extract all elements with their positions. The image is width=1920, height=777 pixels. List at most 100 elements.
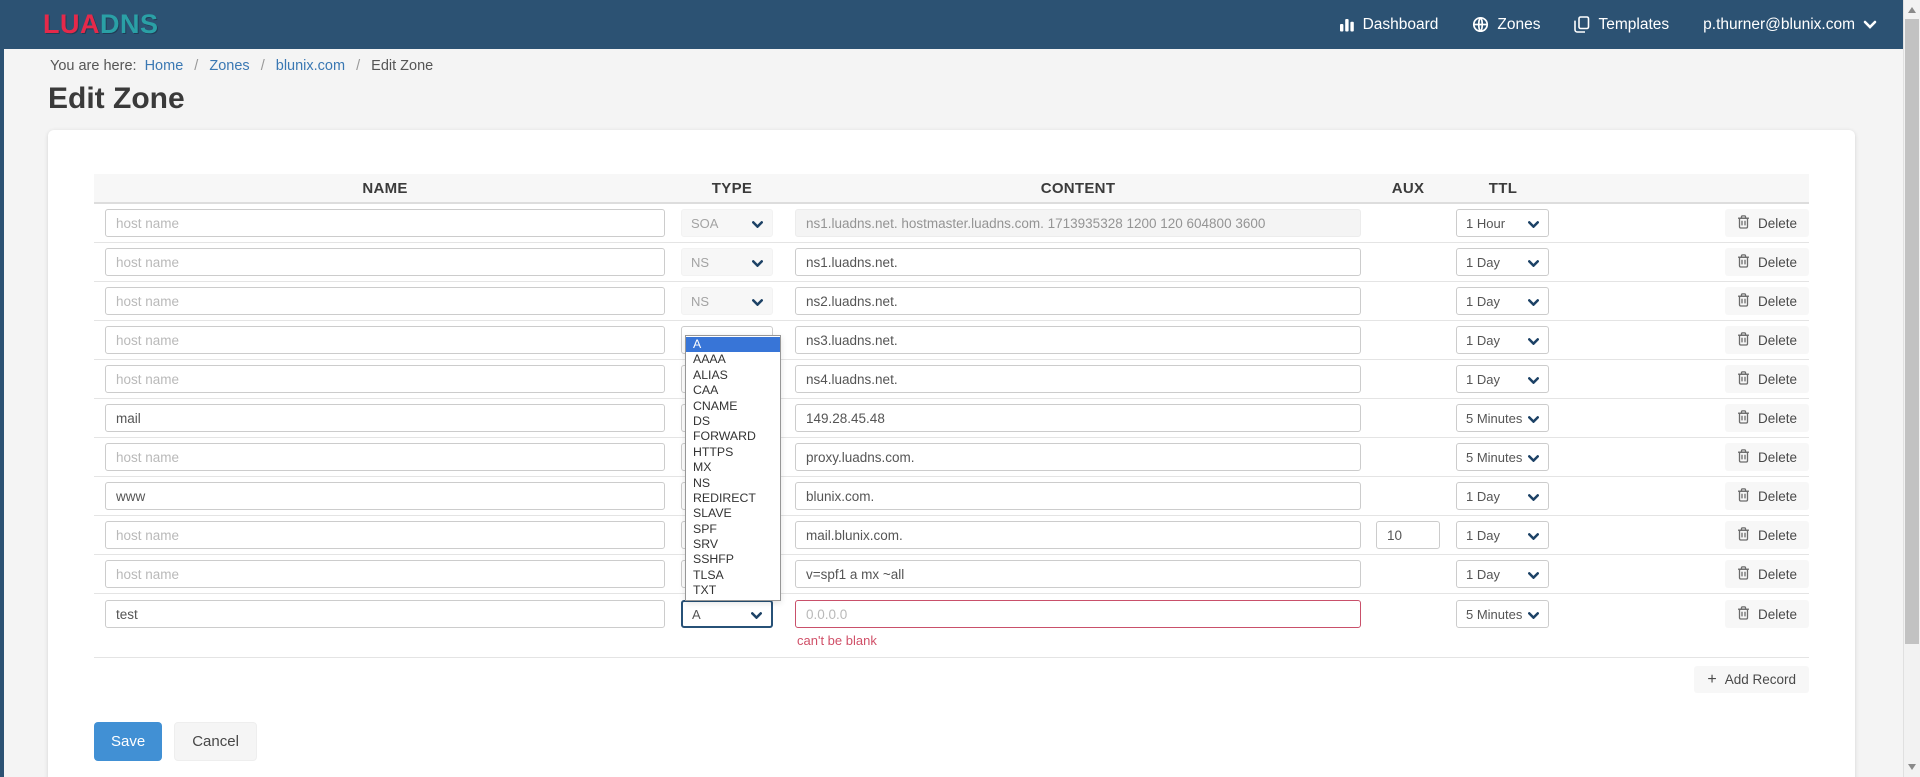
name-input[interactable]: [105, 404, 665, 432]
type-option[interactable]: SRV: [686, 537, 780, 552]
name-input[interactable]: [105, 209, 665, 237]
ttl-select-value: 5 Minutes: [1466, 410, 1523, 426]
add-record-button[interactable]: + Add Record: [1694, 666, 1809, 693]
delete-button[interactable]: Delete: [1724, 326, 1809, 354]
content-input[interactable]: [795, 365, 1361, 393]
type-option[interactable]: CNAME: [686, 399, 780, 414]
delete-button[interactable]: Delete: [1724, 248, 1809, 276]
type-option[interactable]: NS: [686, 476, 780, 491]
name-input[interactable]: [105, 287, 665, 315]
breadcrumb-link-zones[interactable]: Zones: [209, 58, 249, 74]
name-input[interactable]: [105, 248, 665, 276]
type-option[interactable]: SPF: [686, 522, 780, 537]
type-option[interactable]: FORWARD: [686, 429, 780, 444]
name-input[interactable]: [105, 326, 665, 354]
type-select-value: SOA: [691, 215, 719, 231]
content-input[interactable]: [795, 287, 1361, 315]
delete-button-label: Delete: [1757, 566, 1797, 582]
type-option[interactable]: ALIAS: [686, 368, 780, 383]
ttl-select[interactable]: 1 Day: [1456, 248, 1549, 276]
content-input[interactable]: [795, 326, 1361, 354]
user-menu[interactable]: p.thurner@blunix.com: [1703, 16, 1877, 34]
content-input[interactable]: [795, 560, 1361, 588]
delete-button[interactable]: Delete: [1724, 560, 1809, 588]
type-option[interactable]: HTTPS: [686, 445, 780, 460]
nav-item-label: Templates: [1598, 15, 1670, 33]
ttl-select[interactable]: 1 Day: [1456, 326, 1549, 354]
name-input[interactable]: [105, 521, 665, 549]
ttl-select[interactable]: 1 Day: [1456, 287, 1549, 315]
content-input[interactable]: [795, 209, 1361, 237]
trash-icon: [1737, 565, 1750, 583]
type-option[interactable]: MX: [686, 460, 780, 475]
delete-button[interactable]: Delete: [1724, 287, 1809, 315]
ttl-select[interactable]: 1 Hour: [1456, 209, 1549, 237]
scroll-down-arrow-icon[interactable]: [1908, 764, 1916, 770]
vertical-scrollbar[interactable]: [1903, 0, 1920, 777]
type-option[interactable]: A: [686, 337, 780, 353]
type-select[interactable]: NS: [681, 248, 773, 276]
ttl-select[interactable]: 1 Day: [1456, 482, 1549, 510]
content-input[interactable]: [795, 248, 1361, 276]
delete-button[interactable]: Delete: [1724, 404, 1809, 432]
content-input[interactable]: [795, 600, 1361, 628]
type-option[interactable]: TLSA: [686, 568, 780, 583]
name-input[interactable]: [105, 600, 665, 628]
type-select[interactable]: NS: [681, 287, 773, 315]
cancel-button[interactable]: Cancel: [174, 722, 257, 761]
ttl-select[interactable]: 1 Day: [1456, 365, 1549, 393]
save-button[interactable]: Save: [94, 722, 163, 761]
ttl-select[interactable]: 5 Minutes: [1456, 600, 1549, 628]
delete-button[interactable]: Delete: [1724, 209, 1809, 237]
nav-item-zones[interactable]: Zones: [1472, 16, 1540, 34]
chevron-down-icon: [1528, 411, 1539, 426]
type-select[interactable]: SOA: [681, 209, 773, 237]
type-option[interactable]: AAAA: [686, 352, 780, 367]
content-input[interactable]: [795, 404, 1361, 432]
ttl-select[interactable]: 1 Day: [1456, 560, 1549, 588]
ttl-select[interactable]: 5 Minutes: [1456, 443, 1549, 471]
aux-input[interactable]: [1376, 521, 1440, 549]
type-option[interactable]: DS: [686, 414, 780, 429]
breadcrumb-link-home[interactable]: Home: [145, 58, 184, 74]
content-input[interactable]: [795, 521, 1361, 549]
delete-button[interactable]: Delete: [1724, 482, 1809, 510]
type-option[interactable]: CAA: [686, 383, 780, 398]
scroll-up-arrow-icon[interactable]: [1908, 7, 1916, 13]
ttl-select[interactable]: 1 Day: [1456, 521, 1549, 549]
scrollbar-thumb[interactable]: [1905, 19, 1919, 644]
name-input[interactable]: [105, 482, 665, 510]
header-content: CONTENT: [1040, 179, 1116, 197]
record-row: 1 Day Delete: [94, 321, 1809, 360]
add-record-label: Add Record: [1724, 672, 1796, 687]
content-input[interactable]: [795, 482, 1361, 510]
trash-icon: [1737, 370, 1750, 388]
type-select[interactable]: A: [681, 600, 773, 628]
ttl-select[interactable]: 5 Minutes: [1456, 404, 1549, 432]
bar-chart-icon: [1339, 17, 1355, 32]
name-input[interactable]: [105, 560, 665, 588]
records-card: NAME TYPE CONTENT AUX TTL SOA 1 Hour: [48, 130, 1855, 777]
left-accent-strip: [0, 49, 4, 777]
type-option[interactable]: SLAVE: [686, 506, 780, 521]
breadcrumb-link-zone[interactable]: blunix.com: [276, 58, 345, 74]
type-option[interactable]: SSHFP: [686, 552, 780, 567]
plus-icon: +: [1707, 670, 1717, 688]
delete-button[interactable]: Delete: [1724, 521, 1809, 549]
nav-item-templates[interactable]: Templates: [1574, 16, 1669, 34]
name-input[interactable]: [105, 443, 665, 471]
type-select-value: NS: [691, 293, 710, 309]
delete-button[interactable]: Delete: [1724, 600, 1809, 628]
type-option[interactable]: REDIRECT: [686, 491, 780, 506]
chevron-down-icon: [752, 255, 763, 270]
luadns-logo[interactable]: LUADNS: [43, 9, 159, 40]
delete-button[interactable]: Delete: [1724, 443, 1809, 471]
ttl-select-value: 1 Day: [1466, 254, 1500, 270]
delete-button[interactable]: Delete: [1724, 365, 1809, 393]
type-option[interactable]: TXT: [686, 583, 780, 598]
nav-item-dashboard[interactable]: Dashboard: [1339, 16, 1438, 34]
name-input[interactable]: [105, 365, 665, 393]
content-input[interactable]: [795, 443, 1361, 471]
chevron-down-icon: [752, 216, 763, 231]
record-row: 5 Minutes Delete: [94, 438, 1809, 477]
